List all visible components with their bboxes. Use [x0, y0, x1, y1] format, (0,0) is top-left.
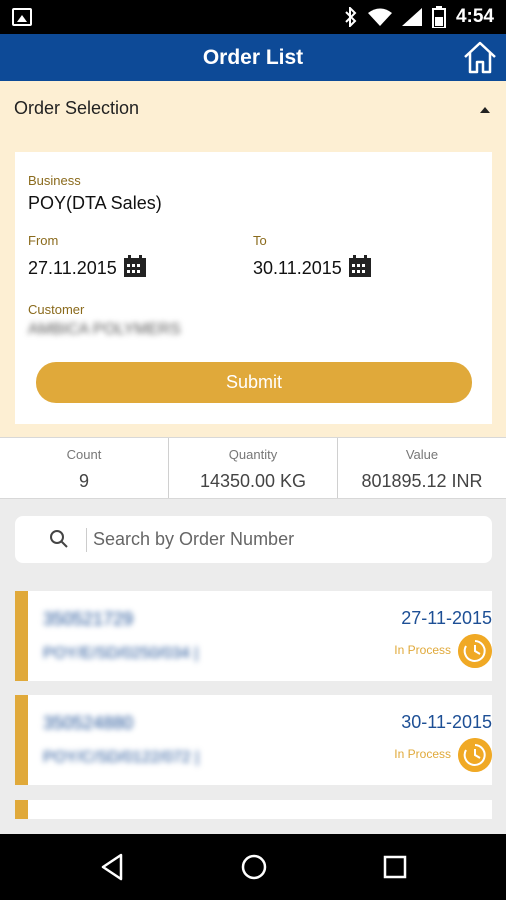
status-bar: 4:54: [0, 0, 506, 34]
stat-count: Count 9: [0, 438, 168, 498]
stat-label: Count: [66, 447, 102, 462]
order-card[interactable]: 350524880 POY/C/SD/0122/072 | 30-11-2015…: [15, 695, 492, 785]
business-label: Business: [28, 173, 81, 188]
order-number: 350524880: [43, 713, 134, 733]
back-icon[interactable]: [98, 852, 128, 882]
stat-label: Value: [405, 447, 439, 462]
stat-quantity: Quantity 14350.00 KG: [168, 438, 337, 498]
stat-label: Quantity: [228, 447, 278, 462]
order-code: POY/E/SD/0250/034 |: [43, 645, 199, 662]
status-time: 4:54: [455, 6, 494, 27]
home-circle-icon[interactable]: [239, 852, 269, 882]
from-label: From: [28, 233, 59, 248]
wifi-icon: [367, 8, 392, 26]
page-title: Order List: [202, 46, 304, 69]
bluetooth-icon: [345, 7, 357, 27]
image-icon: [12, 8, 32, 26]
clock-icon: [458, 738, 492, 772]
from-date-field[interactable]: 27.11.2015: [28, 258, 117, 279]
order-card[interactable]: [15, 800, 492, 819]
order-date: 27-11-2015: [401, 608, 492, 628]
status-right: 4:54: [344, 0, 494, 34]
order-status: In Process: [394, 747, 451, 761]
app-bar: Order List: [0, 34, 506, 81]
to-label: To: [253, 233, 267, 248]
order-accent-bar: [15, 591, 28, 681]
calendar-icon[interactable]: [348, 255, 372, 277]
to-date-field[interactable]: 30.11.2015: [253, 258, 342, 279]
selection-card: Business POY(DTA Sales) From 27.11.2015 …: [15, 152, 492, 424]
calendar-icon[interactable]: [123, 255, 147, 277]
clock-icon: [458, 634, 492, 668]
order-accent-bar: [15, 800, 28, 819]
search-input[interactable]: Search by Order Number: [93, 529, 294, 550]
business-select[interactable]: POY(DTA Sales): [28, 193, 162, 214]
summary-stats: Count 9 Quantity 14350.00 KG Value 80189…: [0, 437, 506, 499]
stat-value: 14350.00 KG: [199, 471, 307, 491]
collapse-icon[interactable]: [480, 107, 490, 113]
order-status: In Process: [394, 643, 451, 657]
signal-icon: [401, 8, 422, 26]
search-bar[interactable]: Search by Order Number: [15, 516, 492, 563]
stat-value-total: Value 801895.12 INR: [337, 438, 506, 498]
navigation-bar: [0, 834, 506, 900]
stat-value: 9: [78, 471, 89, 491]
battery-icon: [431, 6, 446, 28]
recents-icon[interactable]: [380, 852, 410, 882]
order-date: 30-11-2015: [401, 712, 492, 732]
order-card[interactable]: 350521729 POY/E/SD/0250/034 | 27-11-2015…: [15, 591, 492, 681]
order-selection-title[interactable]: Order Selection: [14, 98, 139, 119]
customer-field[interactable]: AMBICA POLYMERS: [28, 321, 181, 339]
stat-value: 801895.12 INR: [361, 471, 483, 491]
search-divider: [86, 528, 87, 552]
home-icon[interactable]: [462, 40, 498, 74]
submit-button[interactable]: Submit: [36, 362, 472, 403]
order-code: POY/C/SD/0122/072 |: [43, 749, 200, 766]
order-number: 350521729: [43, 609, 134, 629]
order-accent-bar: [15, 695, 28, 785]
customer-label: Customer: [28, 302, 85, 317]
search-icon: [50, 530, 68, 548]
